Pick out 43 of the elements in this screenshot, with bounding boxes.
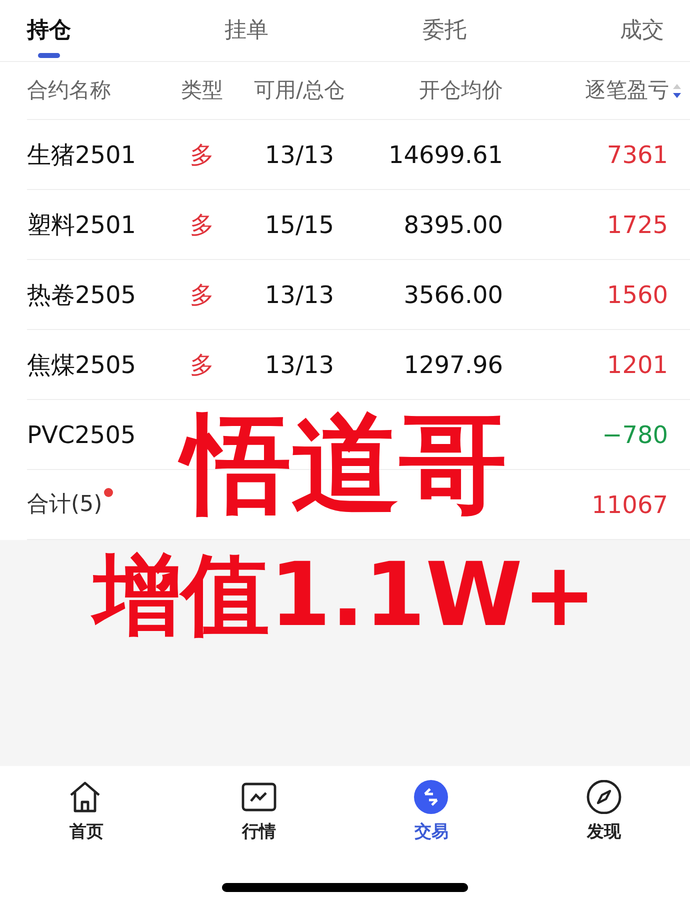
nav-tab[interactable]: 首页 bbox=[0, 766, 172, 861]
total-label: 合计(5) bbox=[27, 492, 102, 517]
column-header: 合约名称 bbox=[27, 78, 111, 102]
position-type: 多 bbox=[190, 350, 214, 378]
overlay-caption: 悟道哥 bbox=[173, 394, 517, 536]
pnl-value: −780 bbox=[602, 420, 668, 448]
average-price: 8395.00 bbox=[404, 210, 503, 238]
position-type: 多 bbox=[190, 280, 214, 308]
average-price: 3566.00 bbox=[404, 280, 503, 308]
nav-tab[interactable]: 行情 bbox=[172, 766, 345, 861]
column-header[interactable]: 逐笔盈亏 bbox=[585, 78, 669, 102]
nav-tab[interactable]: 交易 bbox=[345, 766, 518, 861]
total-pnl: 11067 bbox=[592, 490, 668, 518]
column-header: 类型 bbox=[181, 78, 223, 102]
pnl-value: 1201 bbox=[606, 350, 668, 378]
pnl-value: 7361 bbox=[606, 140, 668, 168]
chart-icon bbox=[240, 780, 277, 814]
contract-name: 生猪2501 bbox=[27, 140, 136, 168]
average-price: 1297.96 bbox=[404, 350, 503, 378]
overlay-caption: 增值1.1W+ bbox=[84, 536, 606, 654]
contract-name: 热卷2505 bbox=[27, 280, 136, 308]
available-total: 13/13 bbox=[264, 280, 334, 308]
available-total: 13/13 bbox=[264, 350, 334, 378]
available-total: 15/15 bbox=[264, 210, 334, 238]
contract-name: 焦煤2505 bbox=[27, 350, 136, 378]
exchange-icon bbox=[413, 780, 450, 814]
sort-icon[interactable] bbox=[672, 83, 682, 99]
contract-name: 塑料2501 bbox=[27, 210, 136, 238]
position-type: 多 bbox=[190, 210, 214, 238]
available-total: 13/13 bbox=[264, 140, 334, 168]
pnl-value: 1560 bbox=[606, 280, 668, 308]
position-type: 多 bbox=[190, 140, 214, 168]
tab[interactable]: 持仓 bbox=[27, 0, 71, 61]
tab[interactable]: 挂单 bbox=[224, 0, 269, 61]
average-price: 14699.61 bbox=[388, 140, 503, 168]
contract-name: PVC2505 bbox=[27, 420, 136, 448]
pnl-value: 1725 bbox=[606, 210, 668, 238]
tab[interactable]: 委托 bbox=[422, 0, 466, 61]
nav-tab[interactable]: 发现 bbox=[518, 766, 690, 861]
compass-icon bbox=[586, 780, 622, 814]
column-header: 开仓均价 bbox=[419, 78, 503, 102]
column-header: 可用/总仓 bbox=[254, 78, 346, 102]
tab[interactable]: 成交 bbox=[620, 0, 664, 61]
